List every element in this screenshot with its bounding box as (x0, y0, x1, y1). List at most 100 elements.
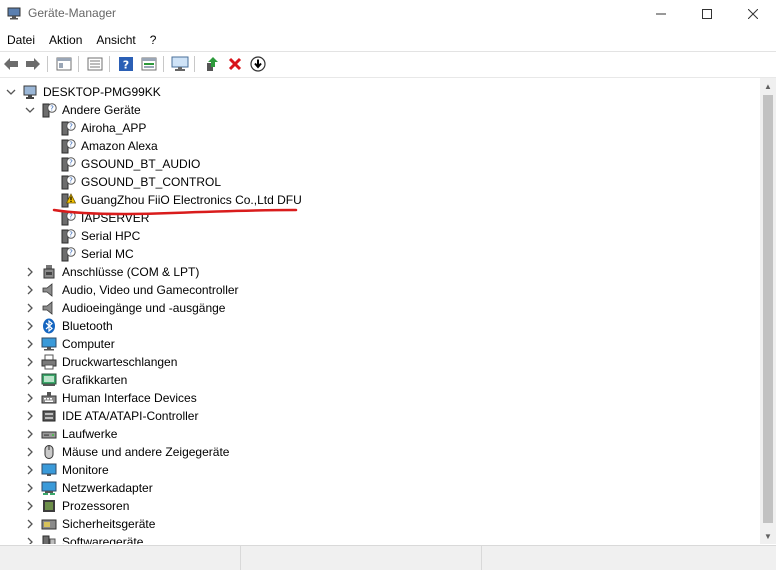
expand-icon[interactable] (24, 302, 36, 314)
help-button[interactable]: ? (117, 55, 135, 73)
window-title: Geräte-Manager (28, 6, 117, 20)
back-button[interactable] (2, 55, 20, 73)
category-andere-geraete[interactable]: ? Andere Geräte (0, 101, 760, 119)
drive-icon (41, 431, 57, 439)
port-icon (43, 265, 55, 279)
toolbar: ? (0, 53, 776, 75)
maximize-button[interactable] (684, 0, 730, 28)
minimize-button[interactable] (638, 0, 684, 28)
category-audio-video[interactable]: Audio, Video und Gamecontroller (0, 281, 760, 299)
expand-icon[interactable] (24, 428, 36, 440)
expand-icon[interactable] (24, 446, 36, 458)
vertical-scrollbar[interactable]: ▲ ▼ (760, 78, 776, 544)
expand-icon[interactable] (24, 482, 36, 494)
device-label: GSOUND_BT_CONTROL (81, 175, 222, 189)
tree-root[interactable]: DESKTOP-PMG99KK (0, 83, 760, 101)
toolbar-separator (47, 56, 48, 72)
expand-icon[interactable] (24, 500, 36, 512)
category-label: Softwaregeräte (62, 535, 144, 544)
printer-icon (41, 354, 57, 370)
scan-hardware-button[interactable] (171, 55, 189, 73)
unknown-device-icon: ? (61, 175, 76, 190)
unknown-device-icon: ? (61, 247, 76, 262)
expand-icon[interactable] (24, 374, 36, 386)
software-device-icon (42, 535, 56, 544)
category-softwaregeraete[interactable]: Softwaregeräte (0, 533, 760, 544)
category-laufwerke[interactable]: Laufwerke (0, 425, 760, 443)
device-item[interactable]: ? Serial HPC (0, 227, 760, 245)
processor-icon (43, 500, 55, 512)
category-prozessoren[interactable]: Prozessoren (0, 497, 760, 515)
category-anschluesse[interactable]: Anschlüsse (COM & LPT) (0, 263, 760, 281)
monitor-icon (41, 337, 57, 351)
category-sicherheitsgeraete[interactable]: Sicherheitsgeräte (0, 515, 760, 533)
category-ide[interactable]: IDE ATA/ATAPI-Controller (0, 407, 760, 425)
toolbar-separator (78, 56, 79, 72)
device-item[interactable]: ? Amazon Alexa (0, 137, 760, 155)
category-monitore[interactable]: Monitore (0, 461, 760, 479)
svg-text:?: ? (123, 59, 129, 72)
menu-ansicht[interactable]: Ansicht (89, 30, 142, 50)
category-label: Druckwarteschlangen (62, 355, 178, 369)
properties-button[interactable] (55, 55, 73, 73)
unknown-device-icon: ? (42, 103, 57, 118)
expand-icon[interactable] (24, 410, 36, 422)
menu-aktion[interactable]: Aktion (42, 30, 89, 50)
hid-icon (41, 392, 57, 404)
unknown-device-icon: ? (61, 121, 76, 136)
category-label: Sicherheitsgeräte (62, 517, 156, 531)
svg-text:?: ? (69, 123, 73, 131)
device-item[interactable]: ? GSOUND_BT_AUDIO (0, 155, 760, 173)
category-hid[interactable]: Human Interface Devices (0, 389, 760, 407)
expand-icon[interactable] (24, 464, 36, 476)
device-item[interactable]: ? Airoha_APP (0, 119, 760, 137)
device-item[interactable]: ? GSOUND_BT_CONTROL (0, 173, 760, 191)
category-druckwarteschlangen[interactable]: Druckwarteschlangen (0, 353, 760, 371)
category-label: Prozessoren (62, 499, 130, 513)
svg-text:?: ? (69, 249, 73, 257)
collapse-icon[interactable] (24, 104, 36, 116)
svg-text:?: ? (69, 159, 73, 167)
category-bluetooth[interactable]: Bluetooth (0, 317, 760, 335)
minimize-icon (656, 13, 666, 15)
category-label: Anschlüsse (COM & LPT) (62, 265, 200, 279)
svg-text:?: ? (69, 177, 73, 185)
list-view-button[interactable] (86, 55, 104, 73)
close-button[interactable] (730, 0, 776, 28)
category-label: Monitore (62, 463, 109, 477)
device-tree: DESKTOP-PMG99KK ? Andere Geräte ? Airoha… (0, 78, 760, 544)
device-item[interactable]: ? Serial MC (0, 245, 760, 263)
expand-icon[interactable] (24, 284, 36, 296)
expand-icon[interactable] (24, 518, 36, 530)
forward-button[interactable] (24, 55, 42, 73)
category-maeuse[interactable]: Mäuse und andere Zeigegeräte (0, 443, 760, 461)
details-icon (141, 57, 157, 71)
details-button[interactable] (140, 55, 158, 73)
status-bar (0, 545, 776, 570)
category-grafikkarten[interactable]: Grafikkarten (0, 371, 760, 389)
mouse-icon (44, 445, 54, 459)
category-netzwerkadapter[interactable]: Netzwerkadapter (0, 479, 760, 497)
scroll-up-icon[interactable]: ▲ (760, 78, 776, 94)
expand-icon[interactable] (24, 338, 36, 350)
scroll-down-icon[interactable]: ▼ (760, 528, 776, 544)
expand-icon[interactable] (24, 536, 36, 544)
device-label: GSOUND_BT_AUDIO (81, 157, 201, 171)
expand-icon[interactable] (24, 392, 36, 404)
disable-device-icon (250, 56, 266, 72)
scrollbar-thumb[interactable] (763, 95, 773, 523)
disable-device-button[interactable] (249, 55, 267, 73)
update-driver-button[interactable] (203, 55, 221, 73)
menu-help[interactable]: ? (143, 30, 164, 50)
collapse-icon[interactable] (5, 86, 17, 98)
device-manager-icon (7, 7, 21, 20)
menu-datei[interactable]: Datei (0, 30, 42, 50)
category-audioeingaenge[interactable]: Audioeingänge und -ausgänge (0, 299, 760, 317)
menu-separator (0, 51, 776, 52)
uninstall-device-button[interactable] (226, 55, 244, 73)
tree-root-label: DESKTOP-PMG99KK (43, 85, 161, 99)
category-computer[interactable]: Computer (0, 335, 760, 353)
expand-icon[interactable] (24, 320, 36, 332)
expand-icon[interactable] (24, 266, 36, 278)
expand-icon[interactable] (24, 356, 36, 368)
